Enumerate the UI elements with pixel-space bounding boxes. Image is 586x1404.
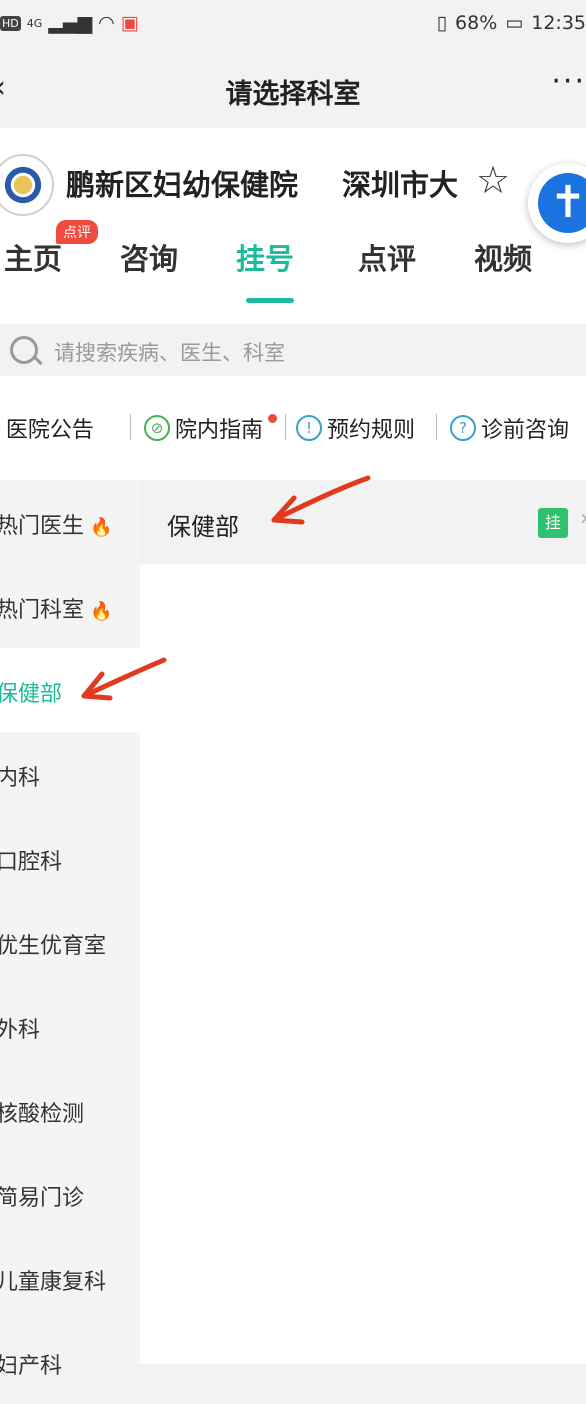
department-item[interactable]: 外科 [0,984,140,1068]
department-label: 热门医生 [0,514,85,539]
network-label: 4G [26,16,43,30]
register-badge: 挂 [538,508,568,538]
department-label: 口腔科 [0,850,63,875]
quick-link-notice[interactable]: ) 医院公告 [0,412,94,444]
chevron-right-icon: › [580,506,586,531]
search-input[interactable]: 请搜索疾病、医生、科室 [0,324,586,376]
quick-link-label: 院内指南 [175,418,264,443]
department-item[interactable]: 热门医生 🔥 [0,480,140,564]
hospital-name-text-2: 深圳市大 [342,168,459,202]
department-label: 简易门诊 [0,1186,85,1211]
tab-home[interactable]: 主页 [4,236,62,278]
hospital-logo [0,154,54,216]
search-placeholder: 请搜索疾病、医生、科室 [54,341,285,365]
question-icon: ? [450,415,476,441]
quick-link-label: 诊前咨询 [481,418,570,443]
department-item[interactable]: 妇产科 [0,1320,140,1404]
quick-link-rules[interactable]: ! 预约规则 [296,412,415,444]
department-item[interactable]: 口腔科 [0,816,140,900]
new-dot [268,414,277,423]
quick-links: ) 医院公告 ⊘ 院内指南 ! 预约规则 ? 诊前咨询 [0,378,586,480]
tab-register[interactable]: 挂号 [236,236,294,278]
quick-link-label: 预约规则 [327,418,416,443]
hospital-tabs: 主页 咨询 挂号 点评 视频 [0,236,586,296]
department-content: 保健部 挂 › [140,480,586,1364]
sub-department-row[interactable]: 保健部 挂 › [140,480,586,564]
department-label: 保健部 [0,682,63,707]
department-item[interactable]: 优生优育室 [0,900,140,984]
hd-icon: HD [0,15,21,31]
department-label: 外科 [0,1018,41,1043]
battery-percent: 68% [455,12,498,34]
department-list: 热门医生 🔥 热门科室 🔥 保健部 内科 口腔科 优生优育室 外科 核酸检测 简易门… [0,480,140,1379]
department-item[interactable]: 内科 [0,732,140,816]
nav-bar: ‹ 请选择科室 ··· [0,50,586,128]
department-label: 妇产科 [0,1354,63,1379]
hospital-header: 鹏新区妇幼保健院 深圳市大 ☆ 点评 主页 咨询 挂号 点评 视频 [0,128,586,324]
signal-icon: ▂▄▆ [48,12,93,34]
clock: 12:35 [531,12,586,34]
speaker-icon: ) [0,416,2,440]
search-area: 请搜索疾病、医生、科室 [0,324,586,378]
wifi-icon: ◠ [98,12,115,34]
department-item[interactable]: 儿童康复科 [0,1236,140,1320]
department-label: 儿童康复科 [0,1270,107,1295]
fire-icon: 🔥 [90,517,113,538]
sub-department-name: 保健部 [167,513,239,541]
divider [436,414,437,440]
tab-consult[interactable]: 咨询 [120,236,178,278]
department-label: 内科 [0,766,41,791]
department-label: 热门科室 [0,598,85,623]
quick-link-guide[interactable]: ⊘ 院内指南 [144,412,263,444]
department-label: 优生优育室 [0,934,107,959]
info-icon: ! [296,415,322,441]
department-item[interactable]: 核酸检测 [0,1068,140,1152]
status-bar: HD 4G ▂▄▆ ◠ ▣ ▯ 68% ▭ 12:35 [0,0,586,50]
assistant-icon: ✝ [538,173,586,233]
more-icon[interactable]: ··· [551,64,586,99]
tab-video[interactable]: 视频 [474,236,532,278]
divider [130,414,131,440]
hospital-name-text: 鹏新区妇幼保健院 [66,168,299,202]
active-tab-indicator [246,298,294,303]
page-title: 请选择科室 [225,79,361,110]
quick-link-preconsult[interactable]: ? 诊前咨询 [450,412,569,444]
favorite-star-icon[interactable]: ☆ [476,158,510,202]
divider [285,414,286,440]
vibrate-icon: ▯ [436,12,448,34]
tab-review[interactable]: 点评 [358,236,416,278]
quick-link-label: 医院公告 [5,418,94,443]
hospital-name: 鹏新区妇幼保健院 深圳市大 [66,162,466,204]
department-item-selected[interactable]: 保健部 [0,648,140,732]
battery-icon: ▭ [505,12,524,34]
department-item[interactable]: 热门科室 🔥 [0,564,140,648]
compass-icon: ⊘ [144,415,170,441]
search-icon [10,336,38,364]
fire-icon: 🔥 [90,601,113,622]
notification-icon: ▣ [120,12,139,34]
department-label: 核酸检测 [0,1102,85,1127]
department-item[interactable]: 简易门诊 [0,1152,140,1236]
